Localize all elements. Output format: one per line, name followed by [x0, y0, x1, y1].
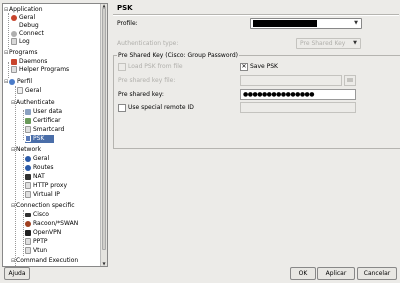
psk-file-label: Pre shared key file:	[118, 77, 176, 84]
title-divider	[113, 14, 399, 16]
user-data-icon	[25, 108, 31, 115]
tree-item-pptp[interactable]: PPTP	[25, 238, 48, 246]
folder-icon	[347, 78, 353, 82]
chevron-down-icon: ▼	[353, 40, 357, 46]
psk-icon	[25, 135, 31, 142]
pptp-icon	[25, 238, 31, 245]
tree-item-debug[interactable]: Debug	[19, 22, 39, 30]
scrollbar-thumb[interactable]	[102, 8, 106, 250]
tree-item-connect[interactable]: Connect	[11, 30, 44, 38]
tree-item-network-geral[interactable]: Geral	[25, 155, 49, 163]
tree-item-psk[interactable]: PSK	[25, 135, 55, 143]
load-psk-label: Load PSK from file	[128, 63, 183, 70]
tree-item-nat[interactable]: NAT	[25, 173, 45, 181]
tree-item-log[interactable]: Log	[11, 38, 30, 46]
tree-item-user-data[interactable]: User data	[25, 108, 62, 116]
nat-icon	[25, 173, 31, 180]
perfil-icon	[9, 78, 15, 85]
tree-item-helper-programs[interactable]: Helper Programs	[11, 66, 69, 74]
tree-scrollbar[interactable]: ▲ ▼	[100, 4, 107, 266]
tree-item-application-geral[interactable]: Geral	[11, 14, 35, 22]
document-icon	[17, 87, 23, 94]
psk-file-field[interactable]	[240, 75, 342, 86]
racoon-icon	[25, 220, 31, 227]
red-gear-icon	[11, 14, 17, 21]
tree-item-certificar[interactable]: Certificar	[25, 117, 61, 125]
settings-tree[interactable]: ⊟Application Geral Debug Connect Log ⊟Pr…	[2, 3, 108, 267]
profile-select[interactable]: ▼	[250, 18, 362, 29]
remote-id-checkbox[interactable]	[118, 104, 126, 112]
connect-icon	[11, 30, 17, 37]
openvpn-icon	[25, 229, 31, 236]
virtual-ip-icon	[25, 191, 31, 198]
cancel-button[interactable]: Cancelar	[357, 267, 397, 280]
routes-icon	[25, 164, 31, 171]
remote-id-label: Use special remote ID	[128, 104, 194, 111]
tree-group-command-execution[interactable]: ⊟Command Execution	[11, 257, 78, 265]
page-title: PSK	[117, 4, 133, 12]
tree-group-authenticate[interactable]: ⊟Authenticate	[11, 99, 55, 107]
cisco-icon	[25, 212, 31, 217]
tree-guide	[8, 62, 9, 78]
helper-icon	[11, 66, 17, 73]
tree-group-perfil[interactable]: ⊟ Perfil	[4, 78, 32, 86]
browse-folder-button[interactable]	[344, 75, 356, 86]
proxy-icon	[25, 182, 31, 189]
chevron-down-icon: ▼	[354, 20, 358, 26]
auth-type-select[interactable]: Pre Shared Key ▼	[296, 38, 361, 49]
tree-group-network[interactable]: ⊟Network	[11, 146, 41, 154]
tree-item-cisco[interactable]: Cisco	[25, 211, 49, 219]
tree-guide	[23, 210, 24, 256]
load-psk-checkbox[interactable]	[118, 63, 126, 71]
tree-guide	[23, 154, 24, 200]
profile-value-redacted	[253, 20, 317, 27]
smartcard-icon	[25, 126, 31, 133]
tree-item-vtun[interactable]: Vtun	[25, 247, 47, 255]
apply-button[interactable]: Aplicar	[317, 267, 355, 280]
tree-item-smartcard[interactable]: Smartcard	[25, 126, 64, 134]
tree-item-perfil-geral[interactable]: Geral	[17, 87, 41, 95]
save-psk-checkbox[interactable]: ✕	[240, 63, 248, 71]
profile-label: Profile:	[117, 20, 138, 27]
tree-item-daemons[interactable]: Daemons	[11, 58, 47, 66]
remote-id-field[interactable]	[240, 102, 356, 113]
tree-item-routes[interactable]: Routes	[25, 164, 54, 172]
globe-icon	[25, 155, 31, 162]
save-psk-label: Save PSK	[250, 63, 278, 70]
tree-item-http-proxy[interactable]: HTTP proxy	[25, 182, 67, 190]
tree-guide	[23, 110, 24, 140]
certificate-icon	[25, 117, 31, 124]
group-title: Pre Shared Key (Cisco: Group Password)	[117, 52, 240, 59]
vtun-icon	[25, 247, 31, 254]
help-button[interactable]: Ajuda	[4, 267, 30, 280]
tree-item-openvpn[interactable]: OpenVPN	[25, 229, 61, 237]
tree-group-connection-specific[interactable]: ⊟Connection specific	[11, 202, 75, 210]
tree-guide	[8, 13, 9, 49]
tree-item-racoon[interactable]: Racoon/*SWAN	[25, 220, 78, 228]
scroll-down-arrow-icon[interactable]: ▼	[101, 262, 107, 266]
psk-label: Pre shared key:	[118, 91, 164, 98]
ok-button[interactable]: OK	[290, 267, 316, 280]
psk-password-field[interactable]: ●●●●●●●●●●●●●●●	[240, 89, 356, 100]
tree-group-programs[interactable]: ⊟Programs	[4, 49, 37, 57]
tree-item-virtual-ip[interactable]: Virtual IP	[25, 191, 60, 199]
log-icon	[11, 38, 17, 45]
daemons-icon	[11, 58, 17, 65]
tree-group-application[interactable]: ⊟Application	[4, 6, 43, 14]
tree-guide	[15, 86, 16, 266]
auth-type-label: Authentication type:	[117, 40, 179, 47]
